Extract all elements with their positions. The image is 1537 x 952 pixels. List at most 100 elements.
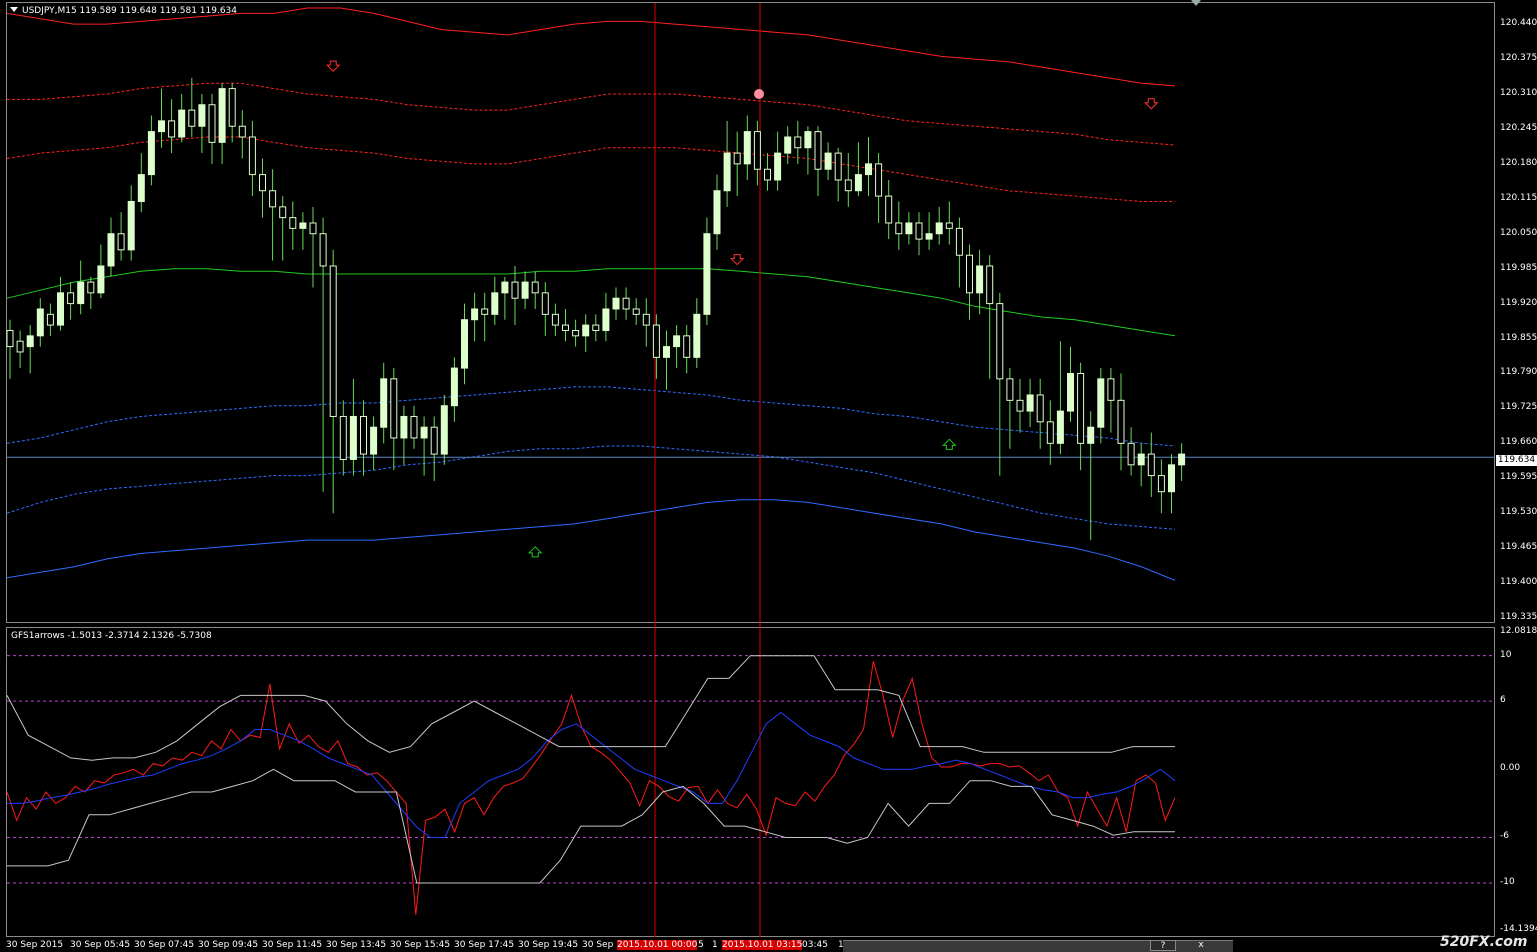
price-axis-label: 119.335: [1500, 612, 1537, 622]
price-axis-label: 120.440: [1500, 18, 1537, 29]
candle-body: [450, 367, 458, 407]
candle-body: [562, 324, 569, 331]
chart-menu-arrow-icon[interactable]: [10, 7, 18, 12]
candle-body: [279, 206, 287, 219]
price-axis-label: 119.595: [1500, 472, 1537, 483]
candle-body: [319, 233, 327, 267]
candle-body: [1087, 426, 1095, 444]
time-axis-label: 30 Sep 13:45: [326, 940, 387, 950]
indicator-axis-label: 0.00: [1500, 763, 1521, 774]
indicator-info: GFS1arrows -1.5013 -2.3714 2.1326 -5.730…: [11, 631, 212, 641]
symbol-info: USDJPY,M15 119.589 119.648 119.581 119.6…: [22, 6, 238, 16]
candle-body: [1026, 394, 1034, 412]
candle-body: [501, 281, 509, 294]
candle-body: [1016, 399, 1024, 412]
time-marker-label: 2015.10.01 00:00: [617, 940, 698, 950]
indicator-line-slow: [7, 711, 1176, 838]
candle-body: [1006, 378, 1014, 401]
candle-body: [420, 426, 428, 439]
price-axis-label: 119.660: [1500, 437, 1537, 448]
chart-canvas: [6, 3, 1495, 937]
close-button[interactable]: x: [1188, 940, 1214, 951]
watermark-logo: 520FX.com: [1440, 934, 1528, 950]
indicator-line-lower-envelope: [7, 768, 1175, 884]
candle-body: [208, 104, 216, 143]
candle-body: [723, 152, 731, 192]
candle-body: [824, 152, 832, 170]
candle-body: [107, 233, 115, 267]
candle-body: [1127, 442, 1135, 466]
candle-body: [865, 163, 872, 176]
candle-body: [642, 313, 650, 326]
price-axis-label: 119.855: [1500, 332, 1537, 343]
candle-body: [592, 324, 600, 331]
candle-body: [541, 292, 549, 315]
candle-body: [733, 152, 741, 165]
candle-body: [329, 265, 337, 417]
candle-body: [834, 152, 842, 181]
candle-body: [77, 281, 85, 305]
candle-body: [632, 308, 640, 315]
candle-body: [238, 125, 246, 138]
candle-body: [57, 292, 64, 326]
candle-body: [380, 378, 388, 428]
chart-shift-icon[interactable]: [1191, 0, 1201, 6]
candle-body: [935, 222, 943, 235]
candle-body: [784, 136, 792, 154]
price-axis-label: 120.375: [1500, 53, 1537, 64]
current-price-tag: 119.634: [1496, 455, 1537, 466]
candle-body: [259, 174, 266, 192]
price-axis-label: 119.530: [1500, 507, 1537, 518]
candle-body: [370, 426, 378, 455]
candle-body: [743, 131, 751, 165]
price-axis-label: 120.245: [1500, 122, 1537, 133]
upper-band-outer: [6, 7, 1176, 87]
candle-body: [46, 313, 54, 326]
candle-body: [885, 195, 893, 224]
candle-body: [168, 120, 176, 138]
candle-body: [97, 265, 105, 294]
candle-body: [1077, 372, 1085, 444]
price-axis-label: 120.310: [1500, 87, 1537, 98]
time-axis-label: 30 Sep: [582, 940, 614, 950]
time-marker-label: 2015.10.01 03:15: [722, 940, 803, 950]
candle-body: [915, 222, 923, 240]
candle-body: [481, 308, 489, 315]
candle-body: [1117, 399, 1125, 444]
candle-body: [67, 292, 75, 305]
candle-body: [198, 104, 206, 127]
price-axis-label: 119.985: [1500, 262, 1537, 273]
time-axis-label: 03:45: [802, 940, 828, 950]
time-axis-label: 30 Sep 2015: [6, 940, 64, 950]
candle-body: [875, 163, 883, 197]
candle-body: [137, 174, 145, 202]
indicator-axis-label: -10: [1500, 876, 1515, 887]
indicator-line-upper-envelope: [6, 655, 1175, 761]
candle-body: [794, 136, 802, 149]
candle-body: [269, 190, 277, 208]
help-button[interactable]: ?: [1150, 940, 1176, 951]
price-axis-label: 119.465: [1500, 542, 1537, 553]
candle-body: [764, 168, 771, 181]
candle-body: [289, 217, 297, 229]
candle-body: [844, 179, 852, 192]
candle-body: [1107, 378, 1115, 401]
sell-arrow-icon: [325, 60, 341, 72]
candle-body: [1097, 378, 1105, 428]
indicator-axis-label: 10: [1500, 649, 1512, 660]
candle-body: [1157, 475, 1165, 493]
candle-body: [430, 426, 438, 455]
candle-body: [248, 136, 256, 176]
candle-body: [461, 319, 468, 369]
candle-body: [966, 254, 973, 294]
candle-body: [228, 88, 236, 127]
candle-body: [673, 335, 681, 348]
indicator-axis-label: 6: [1500, 695, 1506, 706]
candle-body: [693, 313, 701, 358]
buy-arrow-icon: [527, 546, 543, 558]
candle-body: [178, 109, 186, 138]
candle-body: [612, 297, 620, 310]
candle-body: [703, 233, 711, 315]
candle-body: [814, 131, 822, 170]
price-axis-label: 120.115: [1500, 192, 1537, 203]
